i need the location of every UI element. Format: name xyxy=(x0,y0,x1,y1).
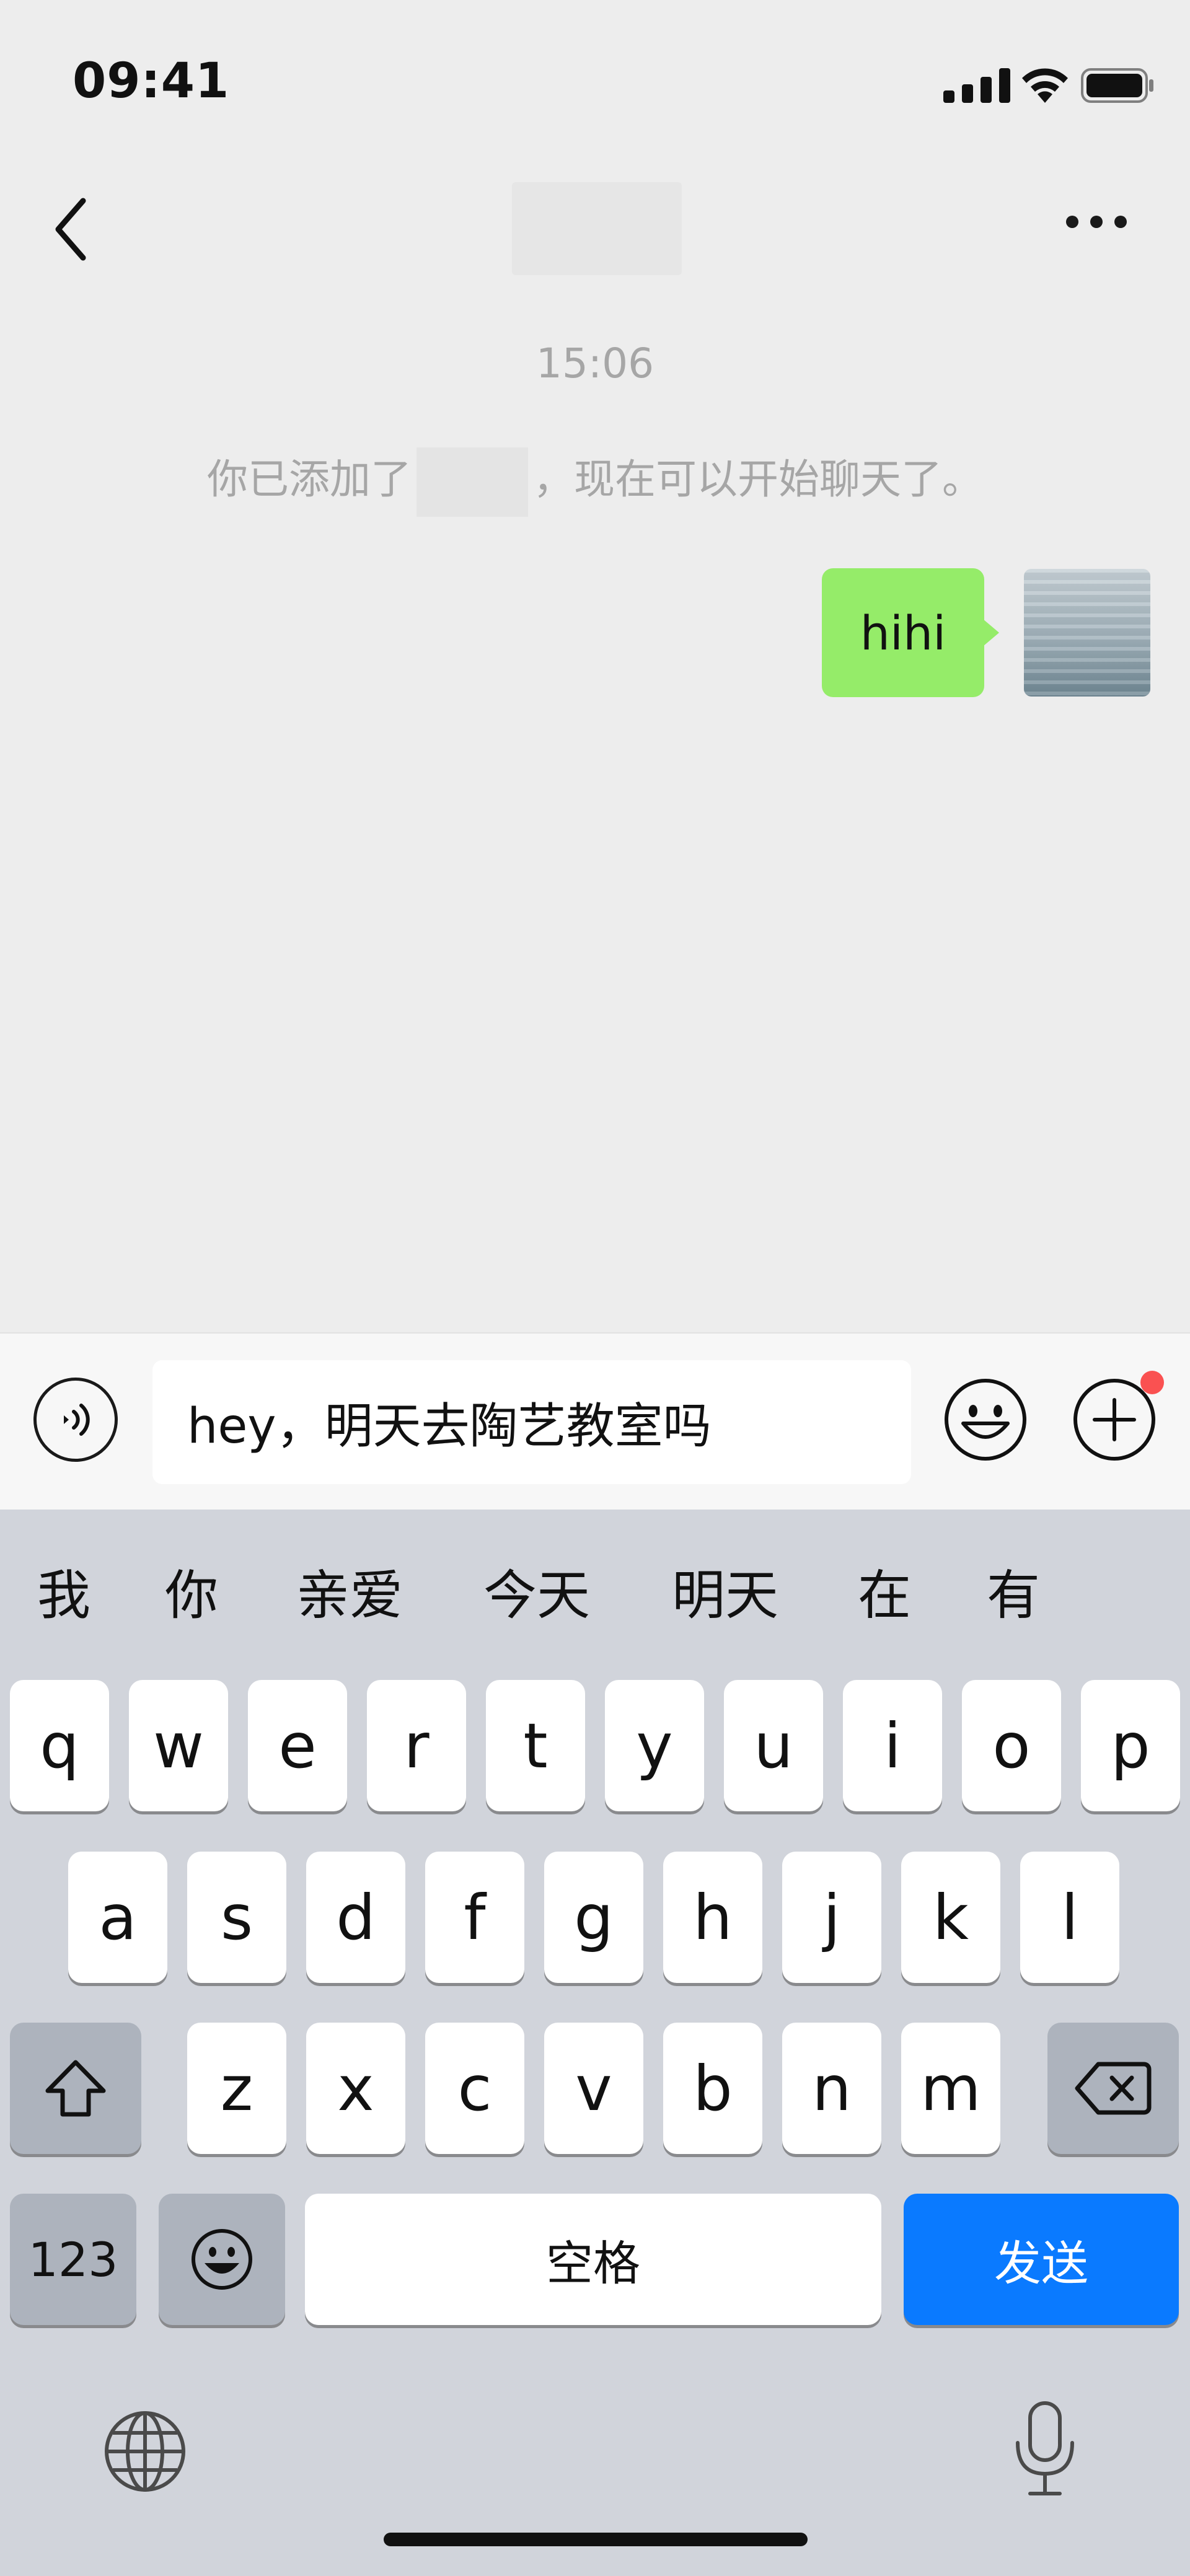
message-bubble[interactable]: hihi xyxy=(822,568,984,697)
key[interactable]: m xyxy=(901,2023,1000,2154)
key[interactable]: j xyxy=(782,1852,881,1983)
notification-badge xyxy=(1140,1371,1164,1394)
contact-name-redacted xyxy=(416,447,528,517)
system-message: 你已添加了 ，现在可以开始聊天了。 xyxy=(0,446,1190,517)
space-key[interactable]: 空格 xyxy=(305,2194,881,2325)
mic-icon[interactable] xyxy=(1009,2399,1081,2499)
key[interactable]: h xyxy=(663,1852,762,1983)
key[interactable]: g xyxy=(544,1852,643,1983)
key[interactable]: u xyxy=(724,1680,823,1811)
signal-icon xyxy=(943,68,1010,103)
message-timestamp: 15:06 xyxy=(536,340,654,387)
key[interactable]: t xyxy=(486,1680,585,1811)
shift-key[interactable] xyxy=(10,2023,141,2154)
system-message-suffix: ，现在可以开始聊天了。 xyxy=(533,455,983,503)
emoji-key-icon xyxy=(192,2229,252,2290)
system-message-prefix: 你已添加了 xyxy=(207,455,412,503)
candidate-item[interactable]: 你 xyxy=(165,1552,218,1629)
candidate-item[interactable]: 在 xyxy=(858,1552,911,1629)
key[interactable]: i xyxy=(843,1680,942,1811)
key[interactable]: p xyxy=(1081,1680,1180,1811)
key[interactable]: c xyxy=(425,2023,524,2154)
voice-icon xyxy=(64,1404,90,1436)
key[interactable]: e xyxy=(248,1680,347,1811)
candidate-item[interactable]: 今天 xyxy=(483,1552,590,1629)
battery-icon xyxy=(1081,68,1153,103)
key[interactable]: z xyxy=(187,2023,286,2154)
candidate-item[interactable]: 有 xyxy=(987,1552,1040,1629)
candidate-bar: 我 你 亲爱 今天 明天 在 有 xyxy=(0,1552,1190,1638)
key[interactable]: y xyxy=(605,1680,704,1811)
message-input[interactable]: hey，明天去陶艺教室吗 xyxy=(152,1360,911,1484)
more-icon[interactable] xyxy=(1066,216,1127,231)
emoji-icon[interactable] xyxy=(943,1378,1028,1462)
wifi-icon xyxy=(1022,68,1068,103)
key[interactable]: w xyxy=(129,1680,228,1811)
emoji-key[interactable] xyxy=(159,2194,285,2325)
shift-icon xyxy=(45,2060,106,2117)
key[interactable]: k xyxy=(901,1852,1000,1983)
key[interactable]: x xyxy=(306,2023,405,2154)
key[interactable]: v xyxy=(544,2023,643,2154)
key[interactable]: n xyxy=(782,2023,881,2154)
bubble-tail xyxy=(983,619,999,646)
send-key[interactable]: 发送 xyxy=(904,2194,1179,2325)
home-indicator xyxy=(384,2533,808,2546)
key[interactable]: q xyxy=(10,1680,109,1811)
numbers-key[interactable]: 123 xyxy=(10,2194,136,2325)
back-icon[interactable] xyxy=(45,192,107,266)
voice-button[interactable] xyxy=(33,1378,118,1462)
avatar[interactable] xyxy=(1024,569,1150,697)
key[interactable]: b xyxy=(663,2023,762,2154)
delete-key[interactable] xyxy=(1047,2023,1179,2154)
key[interactable]: f xyxy=(425,1852,524,1983)
status-time: 09:41 xyxy=(73,53,230,109)
candidate-item[interactable]: 明天 xyxy=(672,1552,778,1629)
key[interactable]: o xyxy=(962,1680,1061,1811)
key[interactable]: s xyxy=(187,1852,286,1983)
chat-title-redacted xyxy=(512,182,682,275)
key[interactable]: l xyxy=(1020,1852,1119,1983)
candidate-item[interactable]: 我 xyxy=(37,1552,90,1629)
key[interactable]: a xyxy=(68,1852,167,1983)
globe-icon[interactable] xyxy=(102,2408,188,2495)
key[interactable]: r xyxy=(367,1680,466,1811)
candidate-item[interactable]: 亲爱 xyxy=(296,1552,403,1629)
key[interactable]: d xyxy=(306,1852,405,1983)
delete-icon xyxy=(1075,2062,1152,2115)
